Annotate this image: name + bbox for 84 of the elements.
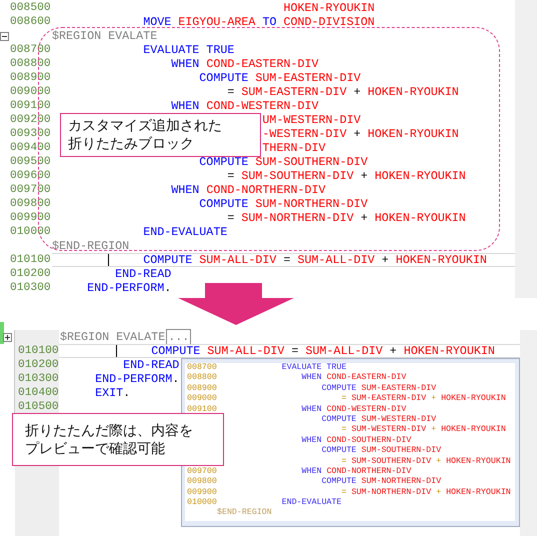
code-line: = SUM-NORTHERN-DIV + HOKEN-RYOUKIN <box>227 211 466 225</box>
text-cursor <box>108 254 110 266</box>
line-number: 010100 <box>18 345 59 357</box>
line-number: 010400 <box>18 387 59 399</box>
line-number: 010300 <box>10 282 51 294</box>
line-number: 009800 <box>187 477 217 486</box>
code-line: END-EVALUATE <box>143 225 228 239</box>
code-line: WHEN COND-SOUTHERN-DIV <box>302 436 412 445</box>
code-line: = SUM-WESTERN-DIV + HOKEN-RYOUKIN <box>341 425 506 434</box>
code-line: COMPUTE SUM-EASTERN-DIV <box>199 71 361 85</box>
code-line: END-PERFORM. <box>95 372 180 386</box>
line-number: 009300 <box>10 128 51 140</box>
code-line: WHEN COND-WESTERN-DIV <box>302 404 406 414</box>
change-marker <box>0 322 4 344</box>
line-number: 008900 <box>10 72 51 84</box>
code-line: -WESTERN-DIV + HOKEN-RYOUKIN <box>262 127 459 141</box>
code-line: COMPUTE SUM-EASTERN-DIV <box>322 384 436 393</box>
line-number: 010300 <box>18 373 59 385</box>
expand-icon[interactable] <box>3 332 12 342</box>
line-number: 009000 <box>187 394 217 404</box>
code-line: HOKEN-RYOUKIN <box>283 1 375 15</box>
line-number: 008700 <box>187 363 217 372</box>
line-number: 010100 <box>10 254 51 266</box>
code-line: WHEN COND-WESTERN-DIV <box>171 99 319 113</box>
line-number: 008800 <box>187 373 217 382</box>
code-line: WHEN COND-NORTHERN-DIV <box>171 183 326 197</box>
code-line: WHEN COND-EASTERN-DIV <box>171 57 319 71</box>
line-number: 010200 <box>18 359 59 371</box>
code-line: EXIT. <box>95 386 130 400</box>
line-number: 009000 <box>10 86 51 98</box>
code-line: UM-WESTERN-DIV <box>262 113 361 127</box>
code-line: = SUM-NORTHERN-DIV + HOKEN-RYOUKIN <box>341 488 511 497</box>
code-line: MOVE EIGYOU-AREA TO COND-DIVISION <box>143 15 375 29</box>
callout-text: カスタマイズ追加された折りたたみブロック <box>60 113 261 157</box>
line-number: 009900 <box>187 488 217 497</box>
code-line: $REGION EVALATE <box>60 330 166 344</box>
collapse-icon[interactable] <box>0 32 9 40</box>
code-line: COMPUTE SUM-WESTERN-DIV <box>322 414 436 424</box>
code-line: THERN-DIV <box>262 141 326 155</box>
scrollbar[interactable] <box>515 0 537 298</box>
code-line: $END-REGION <box>52 239 130 253</box>
code-line: = SUM-SOUTHERN-DIV + HOKEN-RYOUKIN <box>341 456 511 466</box>
code-line: END-PERFORM. <box>87 281 172 295</box>
line-number: 008500 <box>10 2 51 14</box>
code-line: WHEN COND-NORTHERN-DIV <box>302 466 412 476</box>
line-number: 010000 <box>187 498 217 508</box>
code-line: WHEN COND-EASTERN-DIV <box>302 373 406 382</box>
code-line: COMPUTE SUM-ALL-DIV = SUM-ALL-DIV + HOKEN-RYOUKIN <box>143 253 487 267</box>
line-number: 009500 <box>10 156 51 168</box>
code-line: = SUM-EASTERN-DIV + HOKEN-RYOUKIN <box>341 394 506 404</box>
code-line: END-READ <box>123 358 180 372</box>
code-line: COMPUTE SUM-SOUTHERN-DIV <box>322 446 442 456</box>
line-number: 010500 <box>18 401 59 413</box>
line-number: 010000 <box>10 226 51 238</box>
line-number: 009200 <box>10 114 51 126</box>
line-number: 009700 <box>10 184 51 196</box>
line-number: 009900 <box>10 212 51 224</box>
line-number: 009600 <box>10 170 51 182</box>
line-number: 008900 <box>187 384 217 393</box>
code-line: = SUM-EASTERN-DIV + HOKEN-RYOUKIN <box>227 85 459 99</box>
code-line: COMPUTE SUM-NORTHERN-DIV <box>199 197 368 211</box>
code-line: END-READ <box>115 267 172 281</box>
code-line: COMPUTE SUM-SOUTHERN-DIV <box>199 155 368 169</box>
line-number: 009400 <box>10 142 51 154</box>
line-number: 008800 <box>10 58 51 70</box>
line-number: 009700 <box>187 466 217 476</box>
folded-indicator[interactable]: ... <box>166 329 192 345</box>
line-number: 009800 <box>10 198 51 210</box>
code-line: = SUM-SOUTHERN-DIV + HOKEN-RYOUKIN <box>227 169 466 183</box>
line-number: 009100 <box>10 100 51 112</box>
scrollbar[interactable] <box>520 330 537 536</box>
text-cursor <box>116 345 118 357</box>
line-number: 008600 <box>10 16 51 28</box>
code-line: END-EVALUATE <box>282 498 342 508</box>
code-line: $END-REGION <box>217 508 272 518</box>
callout-text: 折りたたんだ際は、内容をプレビューで確認可能 <box>12 413 224 466</box>
code-line: COMPUTE SUM-ALL-DIV = SUM-ALL-DIV + HOKEN-RYOUKIN <box>151 344 495 358</box>
code-line: COMPUTE SUM-NORTHERN-DIV <box>322 477 442 486</box>
code-line: EVALUATE TRUE <box>282 363 346 372</box>
line-number: 008700 <box>10 44 51 56</box>
line-number: 009100 <box>187 404 217 414</box>
line-number: 010200 <box>10 268 51 280</box>
code-line: EVALUATE TRUE <box>143 43 234 57</box>
code-line: $REGION EVALATE <box>52 29 158 43</box>
